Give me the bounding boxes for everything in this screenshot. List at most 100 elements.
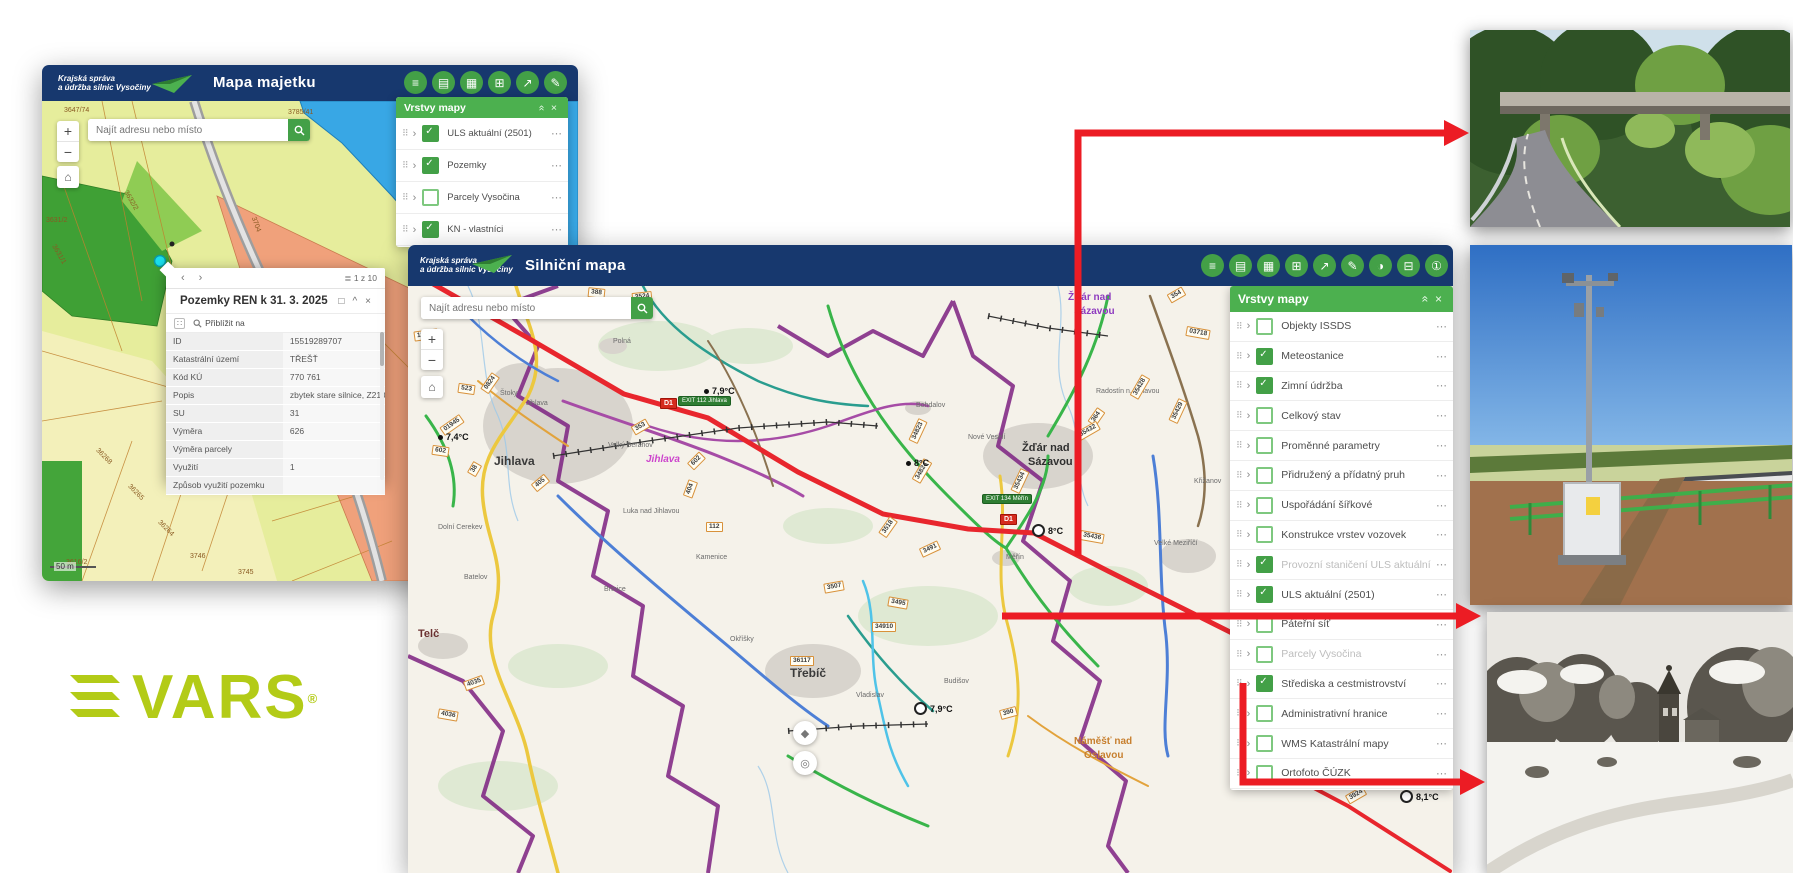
layer-checkbox[interactable]: ✓ — [1256, 526, 1273, 543]
layer-menu-icon[interactable]: ⋯ — [547, 223, 562, 236]
close-panel-icon[interactable]: × — [1432, 292, 1445, 306]
layer-menu-icon[interactable]: ⋯ — [1432, 707, 1447, 720]
feature-list-icon[interactable]: ≣ — [344, 273, 351, 283]
layer-menu-icon[interactable]: ⋯ — [1432, 618, 1447, 631]
layer-checkbox[interactable]: ✓ — [1256, 646, 1273, 663]
layer-checkbox[interactable]: ✓ — [1256, 556, 1273, 573]
layer-menu-icon[interactable]: ⋯ — [1432, 767, 1447, 780]
road-map-canvas[interactable]: JihlavaJihlavaŽďár nadSázavouŽďár nadSáz… — [408, 286, 1453, 873]
layer-checkbox[interactable]: ✓ — [1256, 705, 1273, 722]
search-button[interactable] — [631, 297, 653, 319]
layer-menu-icon[interactable]: ⋯ — [1432, 737, 1447, 750]
layer-menu-icon[interactable]: ⋯ — [1432, 469, 1447, 482]
layer-menu-icon[interactable]: ⋯ — [547, 127, 562, 140]
drag-handle-icon[interactable]: ⠿ — [1236, 559, 1243, 570]
drag-handle-icon[interactable]: ⠿ — [1236, 351, 1243, 362]
layer-row[interactable]: ⠿ › ✓ Páteřní síť ⋯ — [1230, 610, 1453, 640]
layer-checkbox[interactable]: ✓ — [1256, 437, 1273, 454]
basemap-icon[interactable]: ▦ — [1257, 254, 1280, 277]
collapse-popup-icon[interactable]: ^ — [348, 296, 361, 307]
layer-menu-icon[interactable]: ⋯ — [1432, 677, 1447, 690]
layer-checkbox[interactable]: ✓ — [1256, 735, 1273, 752]
expand-chevron-icon[interactable]: › — [1247, 350, 1251, 362]
expand-chevron-icon[interactable]: › — [1247, 320, 1251, 332]
share-map-icon[interactable]: ↗ — [1313, 254, 1336, 277]
layer-checkbox[interactable]: ✓ — [1256, 586, 1273, 603]
share-map-icon[interactable]: ↗ — [516, 71, 539, 94]
layers-icon[interactable]: ▤ — [432, 71, 455, 94]
search-input[interactable] — [88, 119, 288, 141]
layers-icon[interactable]: ▤ — [1229, 254, 1252, 277]
layer-checkbox[interactable]: ✓ — [1256, 377, 1273, 394]
layer-row[interactable]: ⠿ › ✓ Ortofoto ČÚZK ⋯ — [1230, 759, 1453, 789]
maximize-popup-icon[interactable]: □ — [334, 296, 348, 307]
close-panel-icon[interactable]: × — [548, 102, 560, 114]
collapse-panel-icon[interactable]: « — [1419, 293, 1433, 306]
layer-menu-icon[interactable]: ⋯ — [1432, 588, 1447, 601]
drag-handle-icon[interactable]: ⠿ — [1236, 321, 1243, 332]
drag-handle-icon[interactable]: ⠿ — [1236, 768, 1243, 779]
drag-handle-icon[interactable]: ⠿ — [1236, 708, 1243, 719]
expand-chevron-icon[interactable]: › — [1247, 380, 1251, 392]
apps-icon[interactable]: ⊞ — [1285, 254, 1308, 277]
info-icon[interactable]: ① — [1425, 254, 1448, 277]
drag-handle-icon[interactable]: ⠿ — [1236, 440, 1243, 451]
expand-chevron-icon[interactable]: › — [1247, 440, 1251, 452]
layer-menu-icon[interactable]: ⋯ — [1432, 648, 1447, 661]
dock-popup-icon[interactable]: ∷ — [174, 318, 185, 329]
layer-row[interactable]: ⠿ › ✓ Konstrukce vrstev vozovek ⋯ — [1230, 521, 1453, 551]
apps-icon[interactable]: ⊞ — [488, 71, 511, 94]
layer-row[interactable]: ⠿ › ✓ Parcely Vysočina ⋯ — [396, 182, 568, 214]
layer-row[interactable]: ⠿ › ✓ Meteostanice ⋯ — [1230, 342, 1453, 372]
expand-chevron-icon[interactable]: › — [1247, 738, 1251, 750]
expand-chevron-icon[interactable]: › — [1247, 589, 1251, 601]
layer-row[interactable]: ⠿ › ✓ Uspořádání šířkové ⋯ — [1230, 491, 1453, 521]
layer-checkbox[interactable]: ✓ — [1256, 348, 1273, 365]
layer-row[interactable]: ⠿ › ✓ Objekty ISSDS ⋯ — [1230, 312, 1453, 342]
expand-chevron-icon[interactable]: › — [413, 128, 417, 140]
layer-row[interactable]: ⠿ › ✓ ULS aktuální (2501) ⋯ — [1230, 580, 1453, 610]
layer-row[interactable]: ⠿ › ✓ Střediska a cestmistrovství ⋯ — [1230, 670, 1453, 700]
expand-chevron-icon[interactable]: › — [1247, 767, 1251, 779]
next-feature-button[interactable]: › — [192, 272, 210, 284]
search-input[interactable] — [421, 297, 631, 319]
drag-handle-icon[interactable]: ⠿ — [1236, 500, 1243, 511]
legend-icon[interactable]: ≡ — [1201, 254, 1224, 277]
drag-handle-icon[interactable]: ⠿ — [1236, 738, 1243, 749]
expand-chevron-icon[interactable]: › — [1247, 678, 1251, 690]
draw-icon[interactable]: ◑ — [1369, 254, 1392, 277]
layer-row[interactable]: ⠿ › ✓ ULS aktuální (2501) ⋯ — [396, 118, 568, 150]
drag-handle-icon[interactable]: ⠿ — [1236, 589, 1243, 600]
layer-checkbox[interactable]: ✓ — [1256, 318, 1273, 335]
search-button[interactable] — [288, 119, 310, 141]
print-icon[interactable]: ⊟ — [1397, 254, 1420, 277]
layer-menu-icon[interactable]: ⋯ — [547, 159, 562, 172]
expand-chevron-icon[interactable]: › — [1247, 499, 1251, 511]
previous-feature-button[interactable]: ‹ — [174, 272, 192, 284]
collapse-panel-icon[interactable]: « — [536, 102, 548, 114]
expand-chevron-icon[interactable]: › — [1247, 469, 1251, 481]
zoom-to-button[interactable]: Přiblížit na — [193, 318, 245, 328]
zoom-in-button[interactable]: + — [421, 329, 443, 349]
layer-row[interactable]: ⠿ › ✓ Administrativní hranice ⋯ — [1230, 699, 1453, 729]
layer-row[interactable]: ⠿ › ✓ Parcely Vysočina ⋯ — [1230, 640, 1453, 670]
drag-handle-icon[interactable]: ⠿ — [402, 192, 409, 203]
close-popup-icon[interactable]: × — [361, 296, 375, 307]
window1-zoom-control[interactable]: + − — [57, 121, 79, 162]
layer-menu-icon[interactable]: ⋯ — [1432, 439, 1447, 452]
drag-handle-icon[interactable]: ⠿ — [1236, 619, 1243, 630]
expand-chevron-icon[interactable]: › — [1247, 618, 1251, 630]
layer-menu-icon[interactable]: ⋯ — [547, 191, 562, 204]
measure-icon[interactable]: ✎ — [544, 71, 567, 94]
layer-row[interactable]: ⠿ › ✓ Provozní staničení ULS aktuální ⋯ — [1230, 550, 1453, 580]
layer-row[interactable]: ⠿ › ✓ Proměnné parametry ⋯ — [1230, 431, 1453, 461]
layer-menu-icon[interactable]: ⋯ — [1432, 350, 1447, 363]
expand-chevron-icon[interactable]: › — [1247, 648, 1251, 660]
layer-menu-icon[interactable]: ⋯ — [1432, 499, 1447, 512]
layer-row[interactable]: ⠿ › ✓ KN - vlastníci ⋯ — [396, 214, 568, 246]
layer-row[interactable]: ⠿ › ✓ Celkový stav ⋯ — [1230, 401, 1453, 431]
compass-button[interactable]: ◆ — [793, 721, 817, 745]
layer-checkbox[interactable]: ✓ — [422, 157, 439, 174]
zoom-out-button[interactable]: − — [57, 141, 79, 162]
home-button[interactable]: ⌂ — [421, 376, 443, 398]
